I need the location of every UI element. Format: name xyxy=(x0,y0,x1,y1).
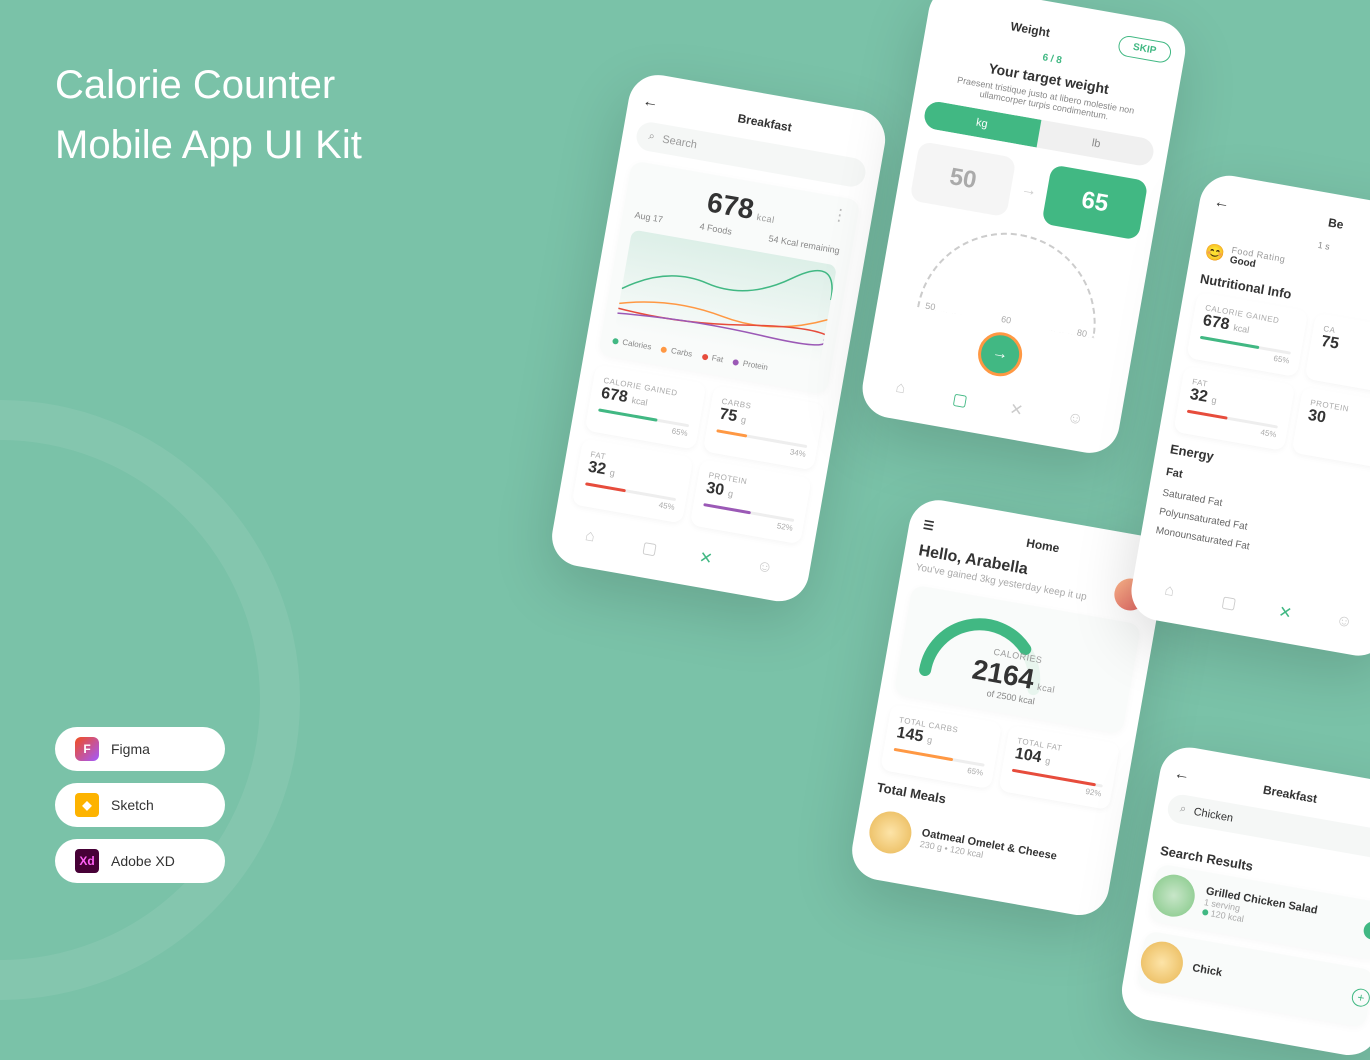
weight-target: 65 xyxy=(1041,164,1148,240)
badge-label: Figma xyxy=(111,741,150,757)
unit-kg[interactable]: kg xyxy=(922,100,1041,148)
nav-home-icon[interactable]: ⌂ xyxy=(894,379,917,402)
chart-date: Aug 17 xyxy=(634,210,664,225)
phone-detail: ← Be 1 s 😊 Food Rating Good Nutritional … xyxy=(1127,171,1370,660)
stat-calorie: CALORIE GAINED 678 kcal 65% xyxy=(585,364,707,449)
gauge-tick-center: 60 xyxy=(1000,314,1012,326)
phone-breakfast: ← Breakfast ⌕ Search ⋮ 678 kcal Aug 17 4… xyxy=(547,70,890,606)
background-arc xyxy=(0,400,300,1000)
back-icon[interactable]: ← xyxy=(1172,765,1191,786)
legend-carbs: Carbs xyxy=(670,346,693,359)
stat-total-fat: TOTAL FAT 104 g 92% xyxy=(998,725,1120,810)
badge-figma: F Figma xyxy=(55,727,225,771)
menu-icon[interactable]: ☰ xyxy=(922,518,935,534)
screen-title: Weight xyxy=(1010,19,1052,40)
kcal-value: 678 xyxy=(705,186,756,225)
nav-home-icon[interactable]: ⌂ xyxy=(583,527,606,550)
gauge-tick-left: 50 xyxy=(925,301,937,313)
badge-sketch: ◆ Sketch xyxy=(55,783,225,827)
weight-prev: 50 xyxy=(909,141,1016,217)
stat-fat: FAT 32 g 45% xyxy=(1173,366,1295,451)
page-title: Calorie Counter Mobile App UI Kit xyxy=(55,55,362,175)
nav-profile-icon[interactable]: ☺ xyxy=(755,557,778,580)
result-badge: 5 xyxy=(1362,920,1370,941)
stat-fat: FAT 32 g 45% xyxy=(572,438,694,523)
add-item-icon[interactable]: + xyxy=(1350,987,1370,1008)
nav-scale-icon[interactable]: ▢ xyxy=(1220,592,1243,615)
back-icon[interactable]: ← xyxy=(1212,193,1231,214)
screen-title: Breakfast xyxy=(1262,783,1318,806)
food-image xyxy=(1138,938,1187,987)
arrow-icon: → xyxy=(1019,181,1038,202)
stat-protein: PROTEIN 30 xyxy=(1291,386,1370,471)
nav-home-icon[interactable]: ⌂ xyxy=(1163,582,1186,605)
nav-food-icon[interactable]: ✕ xyxy=(1277,602,1300,625)
nav-profile-icon[interactable]: ☺ xyxy=(1065,409,1088,432)
search-icon: ⌕ xyxy=(1179,802,1187,816)
nav-food-icon[interactable]: ✕ xyxy=(698,547,721,570)
unit-lb[interactable]: lb xyxy=(1037,120,1156,168)
food-image xyxy=(866,808,915,857)
screen-title: Be xyxy=(1327,215,1345,231)
weight-gauge: 50 60 80 xyxy=(917,218,1110,338)
badge-xd: Xd Adobe XD xyxy=(55,839,225,883)
badge-label: Adobe XD xyxy=(111,853,175,869)
search-icon: ⌕ xyxy=(647,130,655,144)
figma-icon: F xyxy=(75,737,99,761)
nav-scale-icon[interactable]: ▢ xyxy=(640,537,663,560)
foods-count: 4 Foods xyxy=(699,221,733,236)
back-icon[interactable]: ← xyxy=(641,92,660,113)
phone-search: ← Breakfast ＋ ⌕ Chicken Search Results ✕… xyxy=(1117,743,1370,1060)
sketch-icon: ◆ xyxy=(75,793,99,817)
search-placeholder: Search xyxy=(662,133,698,151)
kcal-unit: kcal xyxy=(756,212,775,225)
legend-calories: Calories xyxy=(622,338,652,352)
badge-label: Sketch xyxy=(111,797,154,813)
screen-title: Breakfast xyxy=(737,111,793,134)
software-badges: F Figma ◆ Sketch Xd Adobe XD xyxy=(55,727,225,883)
stat-total-carbs: TOTAL CARBS 145 g 65% xyxy=(880,704,1002,789)
phone-weight: Weight SKIP 6 / 8 Your target weight Pra… xyxy=(858,0,1190,458)
stat-carbs: CA 75 xyxy=(1305,313,1370,398)
nav-food-icon[interactable]: ✕ xyxy=(1008,399,1031,422)
calorie-chart-card: ⋮ 678 kcal Aug 17 4 Foods 54 Kcal remain… xyxy=(598,160,861,394)
gauge-tick-right: 80 xyxy=(1076,327,1088,339)
next-button[interactable]: → xyxy=(975,329,1026,380)
stat-protein: PROTEIN 30 g 52% xyxy=(690,459,812,544)
phone-home: ☰ Home Hello, Arabella You've gained 3kg… xyxy=(847,496,1170,920)
skip-button[interactable]: SKIP xyxy=(1117,34,1173,64)
smile-icon: 😊 xyxy=(1203,241,1226,264)
legend-fat: Fat xyxy=(711,353,724,364)
nav-profile-icon[interactable]: ☺ xyxy=(1334,612,1357,635)
legend-protein: Protein xyxy=(742,359,769,372)
nav-scale-icon[interactable]: ▢ xyxy=(951,389,974,412)
screen-title: Home xyxy=(1025,536,1060,556)
stat-calorie: CALORIE GAINED 678 kcal 65% xyxy=(1186,292,1308,377)
bottom-nav: ⌂ ▢ ✕ ☺ xyxy=(875,368,1108,436)
xd-icon: Xd xyxy=(75,849,99,873)
more-icon[interactable]: ⋮ xyxy=(830,204,849,226)
search-value: Chicken xyxy=(1193,805,1234,824)
stat-carbs: CARBS 75 g 34% xyxy=(703,385,825,470)
